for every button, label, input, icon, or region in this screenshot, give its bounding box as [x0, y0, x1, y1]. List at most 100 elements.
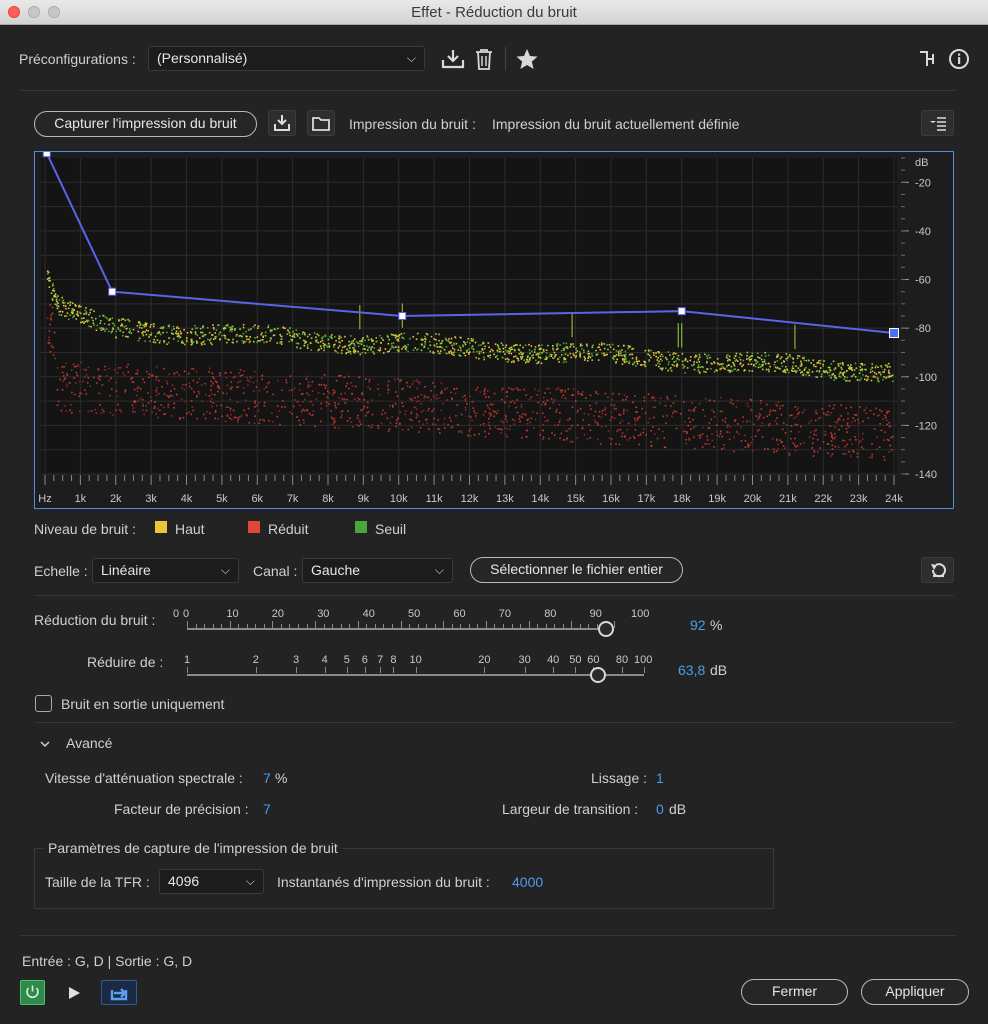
threshold-point: [746, 354, 748, 357]
info-icon[interactable]: [948, 48, 970, 70]
reduced-point: [360, 423, 362, 426]
reduced-point: [689, 421, 691, 423]
reduced-point: [208, 395, 211, 397]
spectral-decay-value[interactable]: 7: [263, 770, 271, 786]
noise-graph[interactable]: dB -20 -40 -60 -80 -100 -120 -140 Hz 1k 2k 3k 4k 5k 6k…: [34, 149, 954, 509]
reduced-point: [341, 414, 343, 416]
reduced-point: [156, 387, 159, 389]
threshold-point: [154, 341, 157, 344]
threshold-point: [132, 328, 135, 331]
reset-button[interactable]: [921, 557, 954, 583]
threshold-point: [565, 361, 567, 363]
save-noise-print-button[interactable]: [268, 110, 296, 136]
reduced-point: [722, 419, 724, 422]
reduced-point: [619, 414, 622, 417]
reduced-point: [729, 426, 731, 428]
reduced-point: [479, 391, 481, 393]
routing-icon[interactable]: [918, 49, 938, 69]
reduced-point: [53, 331, 56, 334]
noise-reduction-track[interactable]: [187, 628, 614, 630]
threshold-point: [71, 316, 74, 319]
threshold-point: [702, 366, 705, 369]
noise-reduction-slider-handle[interactable]: [598, 621, 614, 637]
reduced-point: [816, 439, 819, 441]
reduced-point: [851, 443, 853, 445]
precision-value[interactable]: 7: [263, 801, 271, 817]
threshold-point: [781, 365, 784, 368]
reduced-point: [437, 428, 439, 430]
reduced-point: [878, 414, 880, 417]
reduced-point: [789, 414, 791, 417]
smoothing-value[interactable]: 1: [656, 770, 664, 786]
reduced-point: [148, 373, 151, 376]
noise-reduction-tick: [187, 621, 188, 628]
reduced-point: [85, 373, 88, 376]
apply-button[interactable]: Appliquer: [861, 979, 969, 1005]
graph-menu-button[interactable]: [921, 110, 954, 136]
presets-select[interactable]: (Personnalisé) ⌵: [148, 46, 425, 71]
reduced-point: [764, 447, 766, 450]
threshold-point: [552, 347, 554, 350]
reduce-by-slider-handle[interactable]: [590, 667, 606, 683]
reduced-point: [271, 412, 273, 414]
reduced-point: [794, 444, 796, 447]
reduced-point: [150, 374, 153, 377]
favorite-star-icon[interactable]: [516, 48, 538, 70]
freq-tick-label: 18k: [673, 493, 691, 505]
channel-select[interactable]: Gauche ⌵: [302, 558, 453, 583]
threshold-point: [352, 340, 355, 342]
legend-swatch-reduced: [248, 521, 260, 533]
reduced-point: [565, 430, 567, 432]
threshold-point: [731, 370, 734, 372]
loop-button[interactable]: [101, 980, 137, 1005]
reduced-point: [846, 424, 849, 426]
reduce-by-value[interactable]: 63,8: [678, 662, 705, 678]
maximize-window-button[interactable]: [48, 6, 60, 18]
reduced-point: [225, 392, 228, 395]
reduced-point: [781, 428, 784, 431]
save-preset-icon[interactable]: [440, 48, 466, 70]
reduced-point: [248, 421, 251, 424]
reduced-point: [52, 354, 55, 356]
transition-value[interactable]: 0: [656, 801, 664, 817]
close-button[interactable]: Fermer: [741, 979, 848, 1005]
reduced-point: [747, 405, 750, 408]
reduced-point: [254, 400, 257, 403]
reduce-by-track[interactable]: [187, 674, 644, 676]
snapshots-value[interactable]: 4000: [512, 874, 543, 890]
play-icon[interactable]: [67, 986, 81, 1000]
reduced-point: [670, 405, 672, 407]
reduced-point: [813, 433, 816, 436]
threshold-point: [306, 346, 309, 348]
reduced-point: [378, 393, 381, 396]
noise-reduction-value[interactable]: 92: [690, 617, 706, 633]
select-entire-file-button[interactable]: Sélectionner le fichier entier: [470, 557, 683, 583]
reduced-point: [52, 346, 54, 349]
threshold-point: [834, 367, 837, 369]
reduce-by-tick: [415, 667, 417, 673]
reduced-point: [830, 436, 833, 438]
reduced-point: [56, 367, 59, 369]
reduced-point: [475, 388, 478, 391]
delete-preset-icon[interactable]: [473, 47, 495, 71]
scale-select[interactable]: Linéaire ⌵: [92, 558, 239, 583]
close-window-button[interactable]: [8, 6, 20, 18]
open-noise-print-button[interactable]: [307, 110, 335, 136]
capture-noise-print-button[interactable]: Capturer l'impression du bruit: [34, 111, 257, 137]
fft-size-select[interactable]: 4096 ⌵: [159, 869, 264, 894]
chevron-down-icon[interactable]: [39, 739, 51, 749]
threshold-point: [613, 358, 615, 361]
minimize-window-button[interactable]: [28, 6, 40, 18]
power-toggle-button[interactable]: [20, 980, 45, 1005]
reduced-point: [278, 410, 281, 412]
reduced-point: [577, 393, 580, 395]
threshold-point: [827, 366, 830, 369]
threshold-point: [792, 365, 794, 368]
reduced-point: [494, 426, 497, 428]
threshold-point: [247, 328, 250, 331]
advanced-toggle[interactable]: Avancé: [66, 735, 112, 751]
threshold-point: [141, 332, 143, 334]
output-noise-only-checkbox[interactable]: [35, 695, 52, 712]
reduced-point: [779, 405, 782, 407]
threshold-point: [435, 343, 438, 345]
